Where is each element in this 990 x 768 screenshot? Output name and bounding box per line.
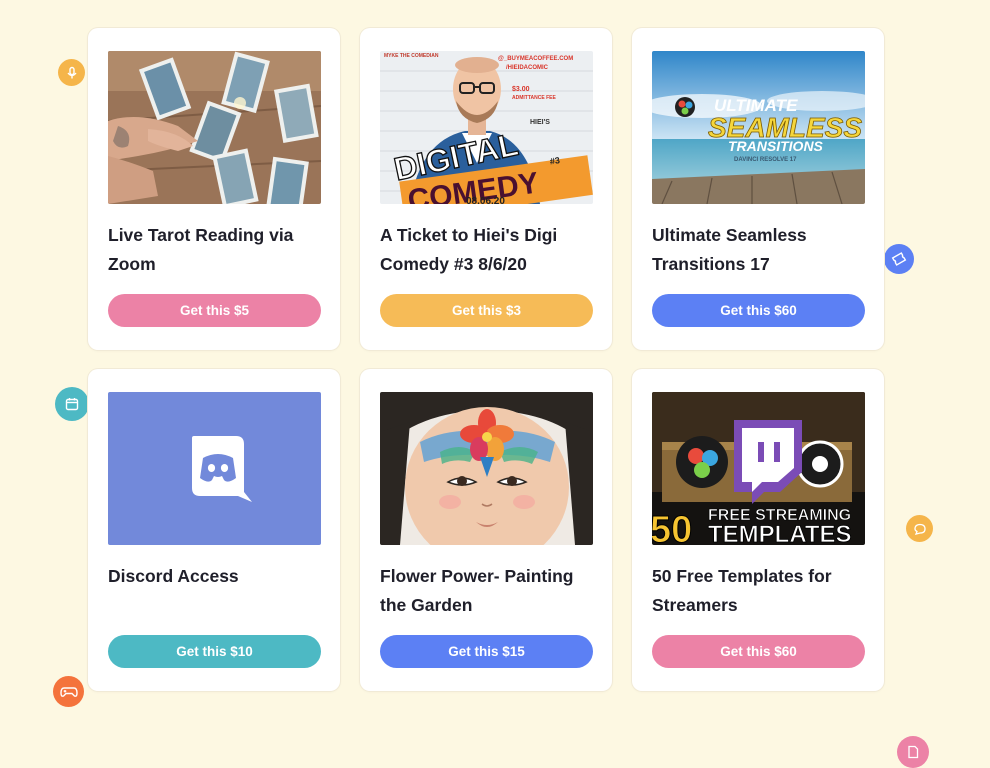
product-title[interactable]: 50 Free Templates for Streamers xyxy=(652,562,872,620)
transitions-thumbnail[interactable]: ULTIMATE SEAMLESS TRANSITIONS DAVINCI RE… xyxy=(652,51,865,204)
comedy-thumbnail[interactable]: MYKE THE COMEDIAN @_BUYMEACOFFEE.COM /HI… xyxy=(380,51,593,204)
product-title[interactable]: Live Tarot Reading via Zoom xyxy=(108,221,328,279)
microphone-icon xyxy=(58,59,85,86)
get-this-button[interactable]: Get this $10 xyxy=(108,635,321,668)
product-title[interactable]: A Ticket to Hiei's Digi Comedy #3 8/6/20 xyxy=(380,221,600,279)
get-this-button[interactable]: Get this $15 xyxy=(380,635,593,668)
comedy-host: HIEI'S xyxy=(530,119,550,126)
get-this-button[interactable]: Get this $60 xyxy=(652,294,865,327)
speech-bubble-icon xyxy=(906,515,933,542)
templates-thumbnail[interactable]: 50 FREE STREAMING TEMPLATES xyxy=(652,392,865,545)
get-this-button[interactable]: Get this $3 xyxy=(380,294,593,327)
comedy-date: 08.06.20 xyxy=(466,196,505,204)
get-this-button[interactable]: Get this $5 xyxy=(108,294,321,327)
templates-number: 50 xyxy=(652,509,692,545)
product-title[interactable]: Ultimate Seamless Transitions 17 xyxy=(652,221,872,279)
templates-line2: TEMPLATES xyxy=(708,521,852,545)
tarot-thumbnail[interactable] xyxy=(108,51,321,204)
transitions-subtitle: DAVINCI RESOLVE 17 xyxy=(734,157,797,163)
product-card-tarot[interactable]: Live Tarot Reading via Zoom Get this $5 xyxy=(88,28,340,350)
comedy-top-line: MYKE THE COMEDIAN xyxy=(384,53,439,59)
product-card-flower-power[interactable]: Flower Power- Painting the Garden Get th… xyxy=(360,369,612,691)
document-icon xyxy=(897,736,929,768)
product-card-comedy[interactable]: MYKE THE COMEDIAN @_BUYMEACOFFEE.COM /HI… xyxy=(360,28,612,350)
product-title[interactable]: Flower Power- Painting the Garden xyxy=(380,562,600,620)
product-title[interactable]: Discord Access xyxy=(108,562,328,591)
product-card-templates[interactable]: 50 FREE STREAMING TEMPLATES 50 Free Temp… xyxy=(632,369,884,691)
discord-logo-icon xyxy=(192,436,252,502)
product-card-transitions[interactable]: ULTIMATE SEAMLESS TRANSITIONS DAVINCI RE… xyxy=(632,28,884,350)
comedy-fee: $3.00 xyxy=(512,86,530,93)
comedy-number: #3 xyxy=(549,155,560,166)
product-card-discord[interactable]: Discord Access Get this $10 xyxy=(88,369,340,691)
transitions-line3: TRANSITIONS xyxy=(728,138,824,154)
calendar-icon xyxy=(55,387,89,421)
comedy-top-line: /HIEIDACOMIC xyxy=(506,65,549,71)
flower-power-thumbnail[interactable] xyxy=(380,392,593,545)
comedy-fee-label: ADMITTANCE FEE xyxy=(512,95,556,101)
discord-thumbnail[interactable] xyxy=(108,392,321,545)
get-this-button[interactable]: Get this $60 xyxy=(652,635,865,668)
gamepad-icon xyxy=(53,676,84,707)
ticket-icon xyxy=(884,244,914,274)
comedy-top-line: @_BUYMEACOFFEE.COM xyxy=(498,56,573,62)
